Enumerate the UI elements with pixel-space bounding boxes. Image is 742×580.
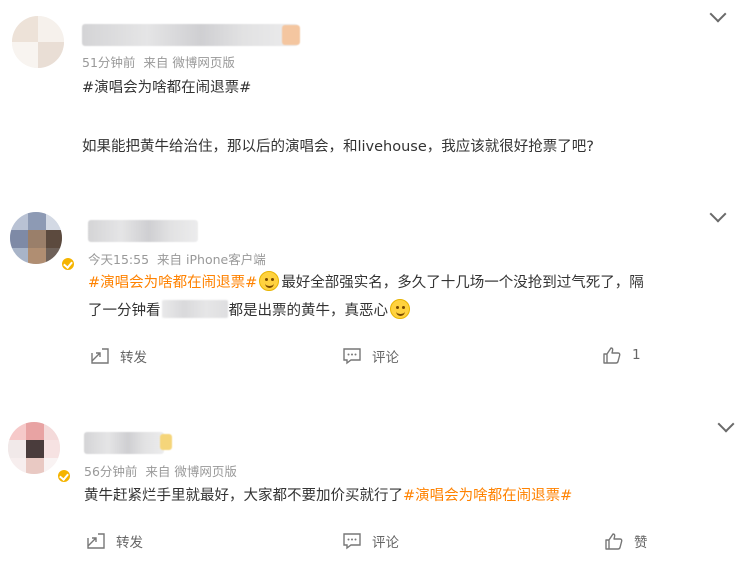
- comment-label: 评论: [372, 535, 399, 551]
- avatar[interactable]: [12, 16, 64, 68]
- comment-button[interactable]: 评论: [342, 531, 399, 551]
- like-count: 1: [632, 347, 641, 363]
- comment-button[interactable]: 评论: [342, 346, 399, 366]
- avatar[interactable]: [10, 212, 62, 264]
- thinking-emoji-icon: [390, 299, 410, 319]
- comment-text: 如果能把黄牛给治住，那以后的演唱会，和livehouse，我应该就很好抢票了吧?: [82, 139, 594, 155]
- comment-text-part: 都是出票的黄牛，真恶心: [228, 303, 389, 319]
- post-time[interactable]: 56分钟前: [84, 464, 137, 479]
- chevron-down-icon[interactable]: [709, 205, 727, 223]
- post-time[interactable]: 51分钟前: [82, 55, 135, 70]
- repost-button[interactable]: 转发: [90, 346, 147, 366]
- comment-icon: [343, 533, 361, 550]
- comment-item: 51分钟前 来自 微博网页版 #演唱会为啥都在闹退票# 如果能把黄牛给治住，那以后…: [0, 0, 742, 190]
- comment-icon: [343, 348, 361, 365]
- post-meta: 56分钟前 来自 微博网页版: [84, 461, 245, 480]
- comment-text: #演唱会为啥都在闹退票# 最好全部强实名，多久了十几场一个没抢到过气死了，隔 了一…: [88, 269, 728, 325]
- post-time[interactable]: 今天15:55: [88, 252, 149, 267]
- user-badge: [160, 434, 172, 450]
- thumbs-up-icon: [603, 347, 621, 364]
- like-label: 赞: [634, 535, 648, 551]
- like-button[interactable]: 赞: [604, 531, 648, 551]
- repost-label: 转发: [116, 535, 143, 551]
- comment-text: 黄牛赶紧烂手里就最好，大家都不要加价买就行了#演唱会为啥都在闹退票#: [84, 482, 572, 510]
- repost-icon: [87, 533, 105, 549]
- post-source: 来自 微博网页版: [143, 55, 235, 70]
- post-source: 来自 iPhone客户端: [157, 252, 266, 267]
- smile-emoji-icon: [259, 271, 280, 291]
- username[interactable]: [82, 24, 298, 46]
- comment-text-part: 黄牛赶紧烂手里就最好，大家都不要加价买就行了: [84, 488, 403, 504]
- verified-icon: [56, 468, 72, 484]
- like-button[interactable]: 1: [602, 346, 641, 364]
- topic-link[interactable]: #演唱会为啥都在闹退票#: [82, 74, 251, 102]
- chevron-down-icon[interactable]: [709, 5, 727, 23]
- verified-icon: [60, 256, 76, 272]
- comment-label: 评论: [372, 350, 399, 366]
- topic-link[interactable]: #演唱会为啥都在闹退票#: [403, 488, 572, 504]
- repost-icon: [91, 348, 109, 364]
- topic-link[interactable]: #演唱会为啥都在闹退票#: [88, 275, 257, 291]
- repost-button[interactable]: 转发: [86, 531, 143, 551]
- username[interactable]: [88, 220, 198, 242]
- comment-text-part: 最好全部强实名，多久了十几场一个没抢到过气死了，隔: [281, 275, 644, 291]
- thumbs-up-icon: [605, 533, 623, 550]
- comment-text-part: 了一分钟看: [88, 303, 161, 319]
- post-meta: 51分钟前 来自 微博网页版: [82, 52, 243, 71]
- comment-item: 今天15:55 来自 iPhone客户端 #演唱会为啥都在闹退票# 最好全部强实名，…: [0, 190, 742, 400]
- chevron-down-icon[interactable]: [717, 415, 735, 433]
- user-badge: [282, 25, 300, 45]
- redacted-text: [161, 300, 228, 318]
- post-source: 来自 微博网页版: [145, 464, 237, 479]
- comment-item: 56分钟前 来自 微博网页版 黄牛赶紧烂手里就最好，大家都不要加价买就行了#演唱会…: [0, 400, 742, 580]
- avatar[interactable]: [8, 422, 60, 474]
- post-meta: 今天15:55 来自 iPhone客户端: [88, 249, 274, 268]
- username[interactable]: [84, 432, 164, 454]
- repost-label: 转发: [120, 350, 147, 366]
